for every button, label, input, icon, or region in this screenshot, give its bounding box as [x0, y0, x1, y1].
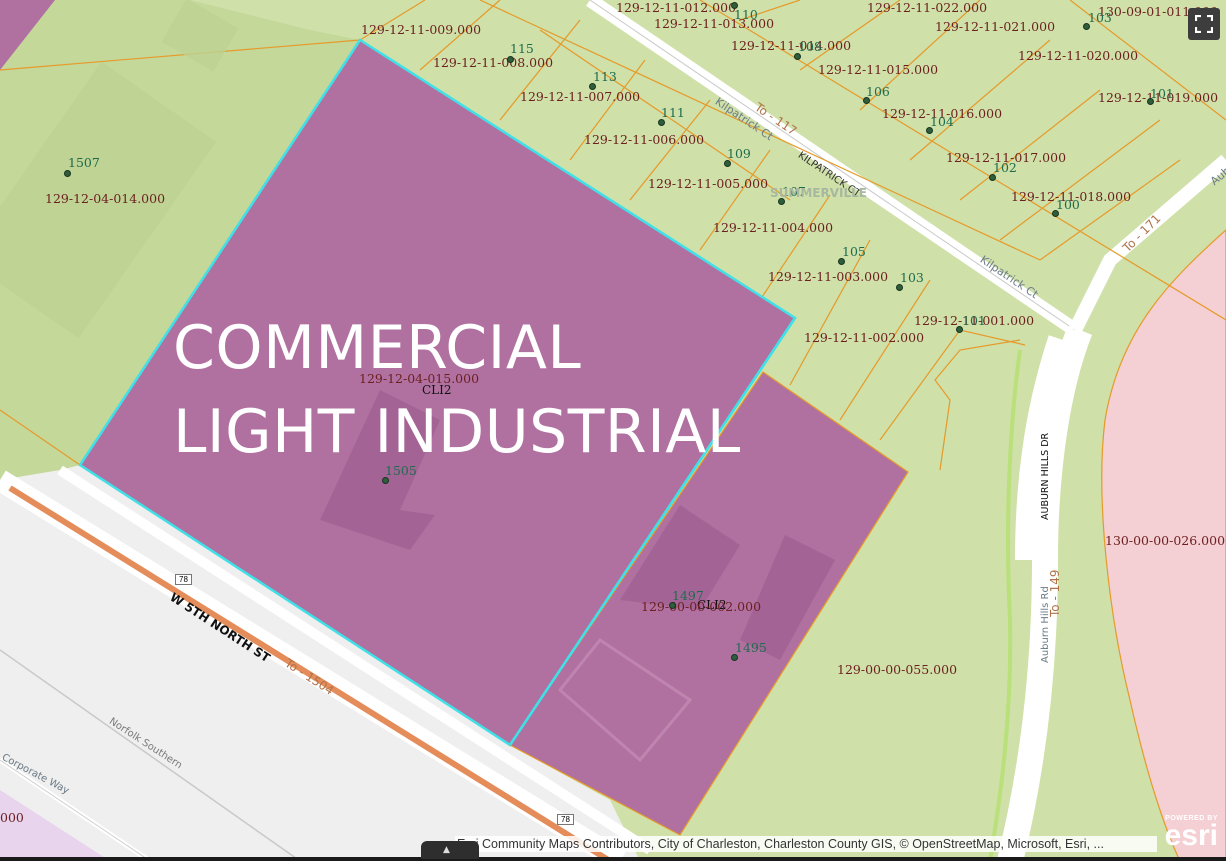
parcel-label[interactable]: 129-12-11-006.000 [584, 132, 704, 147]
address-label: 104 [930, 114, 954, 129]
address-label: 109 [727, 146, 751, 161]
address-label: 1497 [672, 588, 704, 603]
address-label: 100 [1056, 197, 1080, 212]
address-label: 103 [900, 270, 924, 285]
parcel-label[interactable]: 129-12-11-014.000 [731, 38, 851, 53]
parcel-label[interactable]: 129-12-11-003.000 [768, 269, 888, 284]
parcel-label[interactable]: 129-12-11-009.000 [361, 22, 481, 37]
route-shield: 78 [557, 814, 574, 825]
address-label: 111 [661, 105, 685, 120]
parcel-label[interactable]: 129-12-11-004.000 [713, 220, 833, 235]
bottom-bar [0, 857, 1226, 861]
address-point[interactable] [794, 53, 801, 60]
address-label: 103 [1088, 10, 1112, 25]
fullscreen-button[interactable] [1188, 8, 1220, 40]
address-label: 113 [593, 69, 617, 84]
address-label: 108 [798, 39, 822, 54]
parcel-label[interactable]: 129-12-11-015.000 [818, 62, 938, 77]
esri-name: esri [1164, 819, 1218, 852]
address-label: 1505 [385, 463, 417, 478]
address-point[interactable] [507, 56, 514, 63]
route-shield: 78 [175, 574, 192, 585]
address-label: 101 [1150, 86, 1174, 101]
address-label: 106 [866, 84, 890, 99]
parcel-label[interactable]: 129-12-11-021.000 [935, 19, 1055, 34]
address-point[interactable] [731, 654, 738, 661]
parcel-label[interactable]: 129-12-11-002.000 [804, 330, 924, 345]
parcel-label[interactable]: 129-00-00-055.000 [837, 662, 957, 677]
address-point[interactable] [382, 477, 389, 484]
address-label: 1495 [735, 640, 767, 655]
zoning-title-line2: LIGHT INDUSTRIAL [173, 397, 741, 467]
address-label: 102 [993, 160, 1017, 175]
parcel-label[interactable]: 129-12-11-007.000 [520, 89, 640, 104]
route-label: To - 149 [1048, 569, 1062, 618]
panel-toggle-button[interactable]: ▲ [421, 841, 479, 859]
address-label: 105 [842, 244, 866, 259]
address-label: 1507 [68, 155, 100, 170]
parcel-label[interactable]: 129-12-11-008.000 [433, 55, 553, 70]
esri-logo: POWERED BY esri [1158, 815, 1218, 851]
street-label-auburn-hills-dr: AUBURN HILLS DR [1040, 432, 1051, 520]
place-label-summerville: SUMMERVILLE [770, 186, 867, 200]
parcel-label[interactable]: 129-12-04-015.000 [359, 371, 479, 386]
map-attribution[interactable]: Esri Community Maps Contributors, City o… [455, 836, 1157, 852]
address-label: 101 [962, 313, 986, 328]
map-view[interactable]: COMMERCIAL LIGHT INDUSTRIAL CLI2 CLI2 12… [0, 0, 1226, 861]
address-label: 115 [510, 41, 534, 56]
parcel-label[interactable]: 129-12-11-005.000 [648, 176, 768, 191]
address-point[interactable] [589, 83, 596, 90]
address-point[interactable] [669, 602, 676, 609]
address-point[interactable] [64, 170, 71, 177]
address-point[interactable] [724, 160, 731, 167]
parcel-label[interactable]: 000 [0, 810, 24, 825]
parcel-label[interactable]: 129-12-04-014.000 [45, 191, 165, 206]
parcel-label[interactable]: 129-12-11-012.000 [616, 0, 736, 15]
parcel-label[interactable]: 129-12-11-022.000 [867, 0, 987, 15]
address-point[interactable] [838, 258, 845, 265]
address-point[interactable] [989, 174, 996, 181]
address-point[interactable] [658, 119, 665, 126]
address-label: 110 [734, 7, 758, 22]
parcel-label[interactable]: 130-00-00-026.000 [1105, 533, 1225, 548]
chevron-up-icon: ▲ [443, 845, 450, 855]
fullscreen-icon [1195, 15, 1213, 33]
zoning-title-line1: COMMERCIAL [173, 313, 582, 383]
address-point[interactable] [896, 284, 903, 291]
parcel-label[interactable]: 129-12-11-020.000 [1018, 48, 1138, 63]
